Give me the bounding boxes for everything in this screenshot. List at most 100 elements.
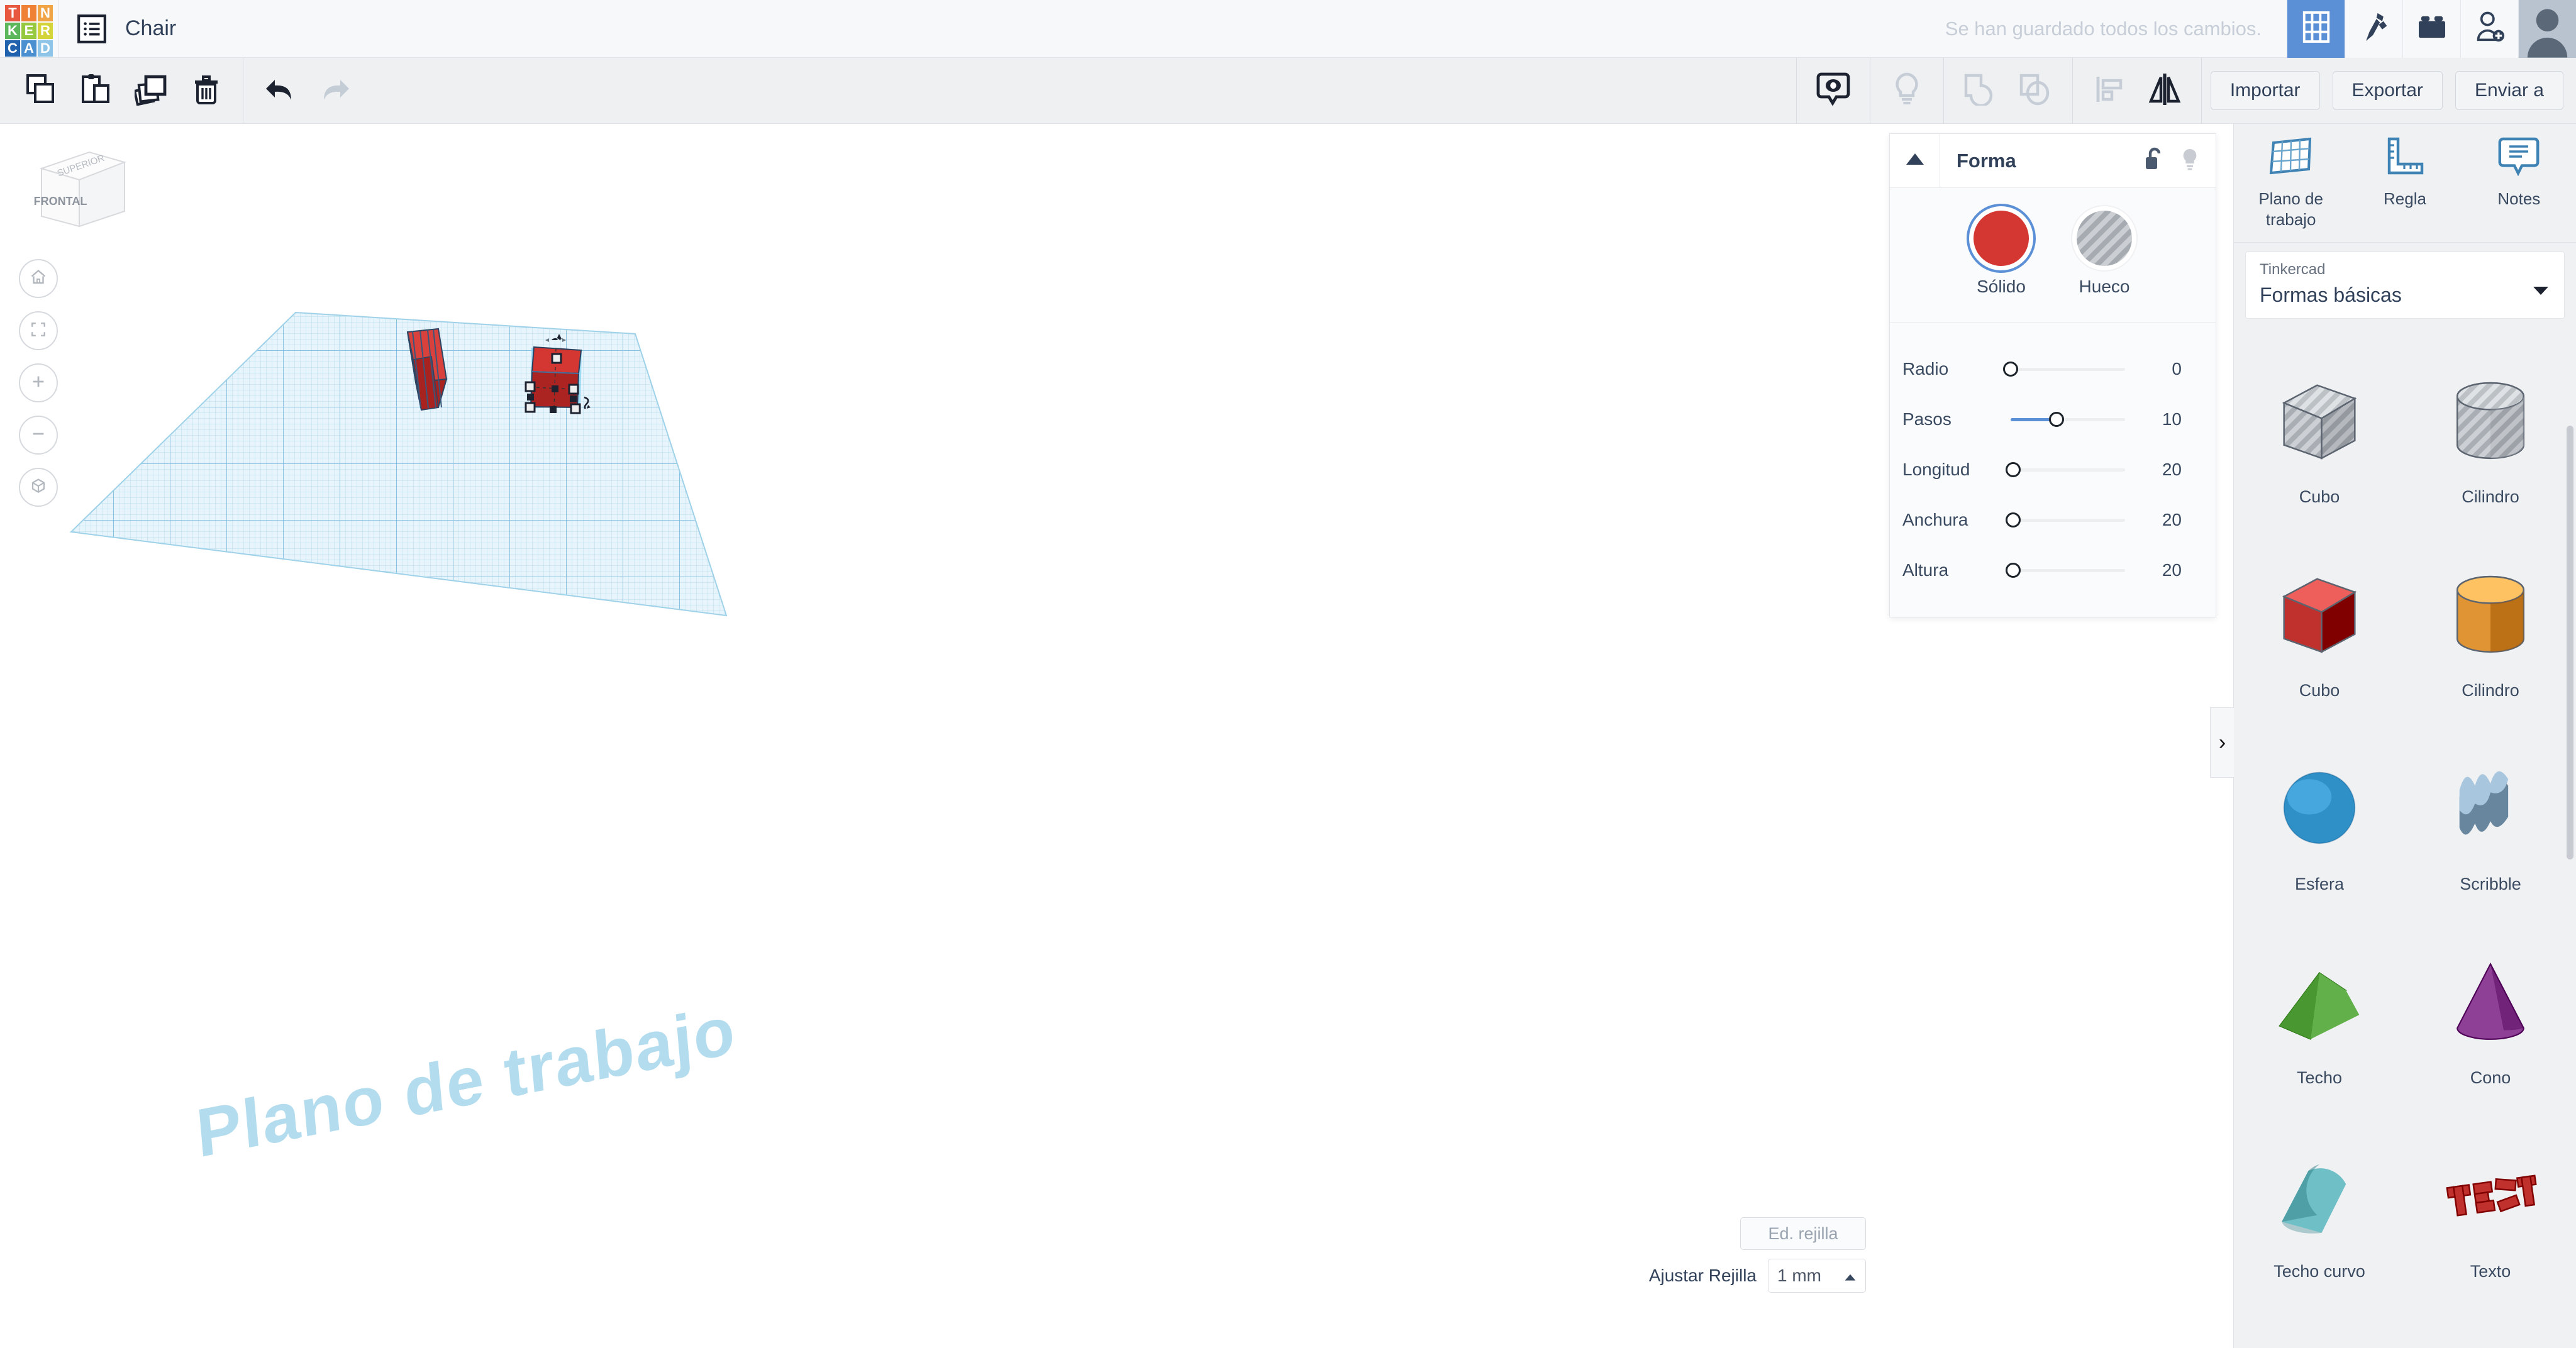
slider-knob[interactable] [2003,362,2018,377]
slider-value: 0 [2172,359,2182,378]
document-title[interactable]: Chair [125,16,176,41]
tinkercad-app: TIN KER CAD Chair Se han guardado todos lo… [0,0,2576,1348]
notes-tool[interactable]: Notes [2462,136,2576,229]
copy-button[interactable] [13,58,68,124]
slider-rail [2011,519,2125,522]
shape-texto[interactable]: Texto [2405,1110,2576,1303]
slider-track[interactable] [2003,362,2125,377]
shape-cubo-hollow[interactable]: Cubo [2234,335,2405,529]
panel-collapse-button[interactable] [1890,133,1940,188]
fit-view-button[interactable] [19,311,58,350]
ungroup-button[interactable] [2008,58,2063,124]
slider-label: Altura [1902,560,1949,580]
app-header: TIN KER CAD Chair Se han guardado todos lo… [0,0,2576,58]
shape-type-swatches: Sólido Hueco [1890,211,2216,297]
undo-button[interactable] [252,58,308,124]
toolbar-right-group: Importar Exportar Enviar a [1787,57,2576,124]
shape-esfera[interactable]: Esfera [2234,722,2405,916]
shape-cilindro[interactable]: Cilindro [2405,529,2576,722]
unlock-icon[interactable] [2144,147,2164,174]
shape-panel-title: Forma [1957,149,2016,172]
zoom-in-button[interactable] [19,363,58,402]
invite-button[interactable] [2460,0,2518,58]
brick-icon [2418,14,2446,43]
shape-cono[interactable]: Cono [2405,916,2576,1110]
import-button[interactable]: Importar [2210,71,2320,110]
slider-knob[interactable] [2048,412,2064,427]
avatar[interactable] [2518,0,2576,58]
shape-cubo-hollow-thumbnail [2264,358,2375,483]
projection-toggle-button[interactable] [19,468,58,507]
mirror-icon [2148,72,2181,109]
paste-button[interactable] [68,58,123,124]
shape-library-dropdown[interactable]: Tinkercad Formas básicas [2245,251,2565,319]
shape-techo-curvo[interactable]: Techo curvo [2234,1110,2405,1303]
slider-track[interactable] [2011,412,2125,427]
list-document-icon[interactable] [76,13,108,45]
logo-tile-e: E [21,22,36,39]
hollow-swatch[interactable]: Hueco [2077,211,2132,297]
shape-cubo[interactable]: Cubo [2234,529,2405,722]
workplane-tool[interactable]: Plano de trabajo [2234,136,2348,229]
panel-collapse-handle[interactable]: › [2210,707,2234,778]
slider-knob[interactable] [2005,563,2021,578]
chevron-up-icon [1905,152,1925,169]
shape-scribble[interactable]: Scribble [2405,722,2576,916]
snap-grid-select[interactable]: 1 mm [1768,1259,1866,1293]
shape-esfera-thumbnail [2264,745,2375,871]
duplicate-button[interactable] [123,58,179,124]
shape-sliders: Radio 0 Pasos 10 Longitud 20 Anchura 20 Altura 20 [1890,323,2216,595]
redo-button[interactable] [308,58,363,124]
blocks-button[interactable] [2402,0,2460,58]
align-button[interactable] [2082,58,2137,124]
zoom-out-button[interactable] [19,416,58,455]
library-scrollbar[interactable] [2567,426,2573,859]
slider-knob[interactable] [2005,512,2021,528]
shape-techo[interactable]: Techo [2234,916,2405,1110]
library-category: Tinkercad [2260,261,2326,278]
design-canvas[interactable]: Plano de trabajo SUPERIOR FRONTAL Ed. re… [0,124,1884,1348]
view-marker-button[interactable] [1806,58,1861,124]
grid-icon [2302,11,2330,46]
ruler-icon [2383,136,2427,181]
lightbulb-icon[interactable] [2180,147,2199,174]
mirror-button[interactable] [2137,58,2192,124]
codeblocks-button[interactable] [2345,0,2402,58]
send-to-button[interactable]: Enviar a [2455,71,2563,110]
chevron-up-icon [1844,1266,1857,1286]
logo-tile-a: A [21,40,36,57]
shape-cilindro-hollow[interactable]: Cilindro [2405,335,2576,529]
paste-icon [79,73,112,109]
workplane-scene[interactable] [0,124,1884,1348]
slider-value: 20 [2162,560,2182,580]
export-button[interactable]: Exportar [2332,71,2443,110]
slider-track[interactable] [2005,563,2125,578]
grid-edit-button[interactable]: Ed. rejilla [1740,1217,1866,1250]
grid-apps-button[interactable] [2287,0,2345,58]
notes-tool-label: Notes [2497,189,2541,208]
tinkercad-logo[interactable]: TIN KER CAD [0,0,58,58]
logo-tile-r: R [38,22,53,39]
slider-track[interactable] [2005,512,2125,528]
delete-button[interactable] [179,58,234,124]
slider-knob[interactable] [2005,462,2021,477]
slider-value: 10 [2162,409,2182,429]
home-view-button[interactable] [19,259,58,298]
view-cube[interactable]: SUPERIOR FRONTAL [24,146,137,240]
align-icon [2093,73,2126,109]
slider-track[interactable] [2005,462,2125,477]
solid-swatch[interactable]: Sólido [1974,211,2029,297]
shape-scribble-label: Scribble [2460,874,2521,893]
group-button[interactable] [1953,58,2008,124]
logo-tile-d: D [38,40,53,57]
grid-controls: Ed. rejilla Ajustar Rejilla 1 mm [1649,1217,1866,1293]
light-button[interactable] [1879,58,1935,124]
edit-toolbar: Importar Exportar Enviar a [0,57,2576,124]
ruler-tool[interactable]: Regla [2348,136,2462,229]
fit-frame-icon [30,321,47,341]
box-projection-icon [29,477,48,499]
copy-icon [24,73,57,109]
workplane[interactable] [69,311,728,617]
shape-esfera-label: Esfera [2294,874,2345,893]
slider-label: Anchura [1902,510,1968,529]
